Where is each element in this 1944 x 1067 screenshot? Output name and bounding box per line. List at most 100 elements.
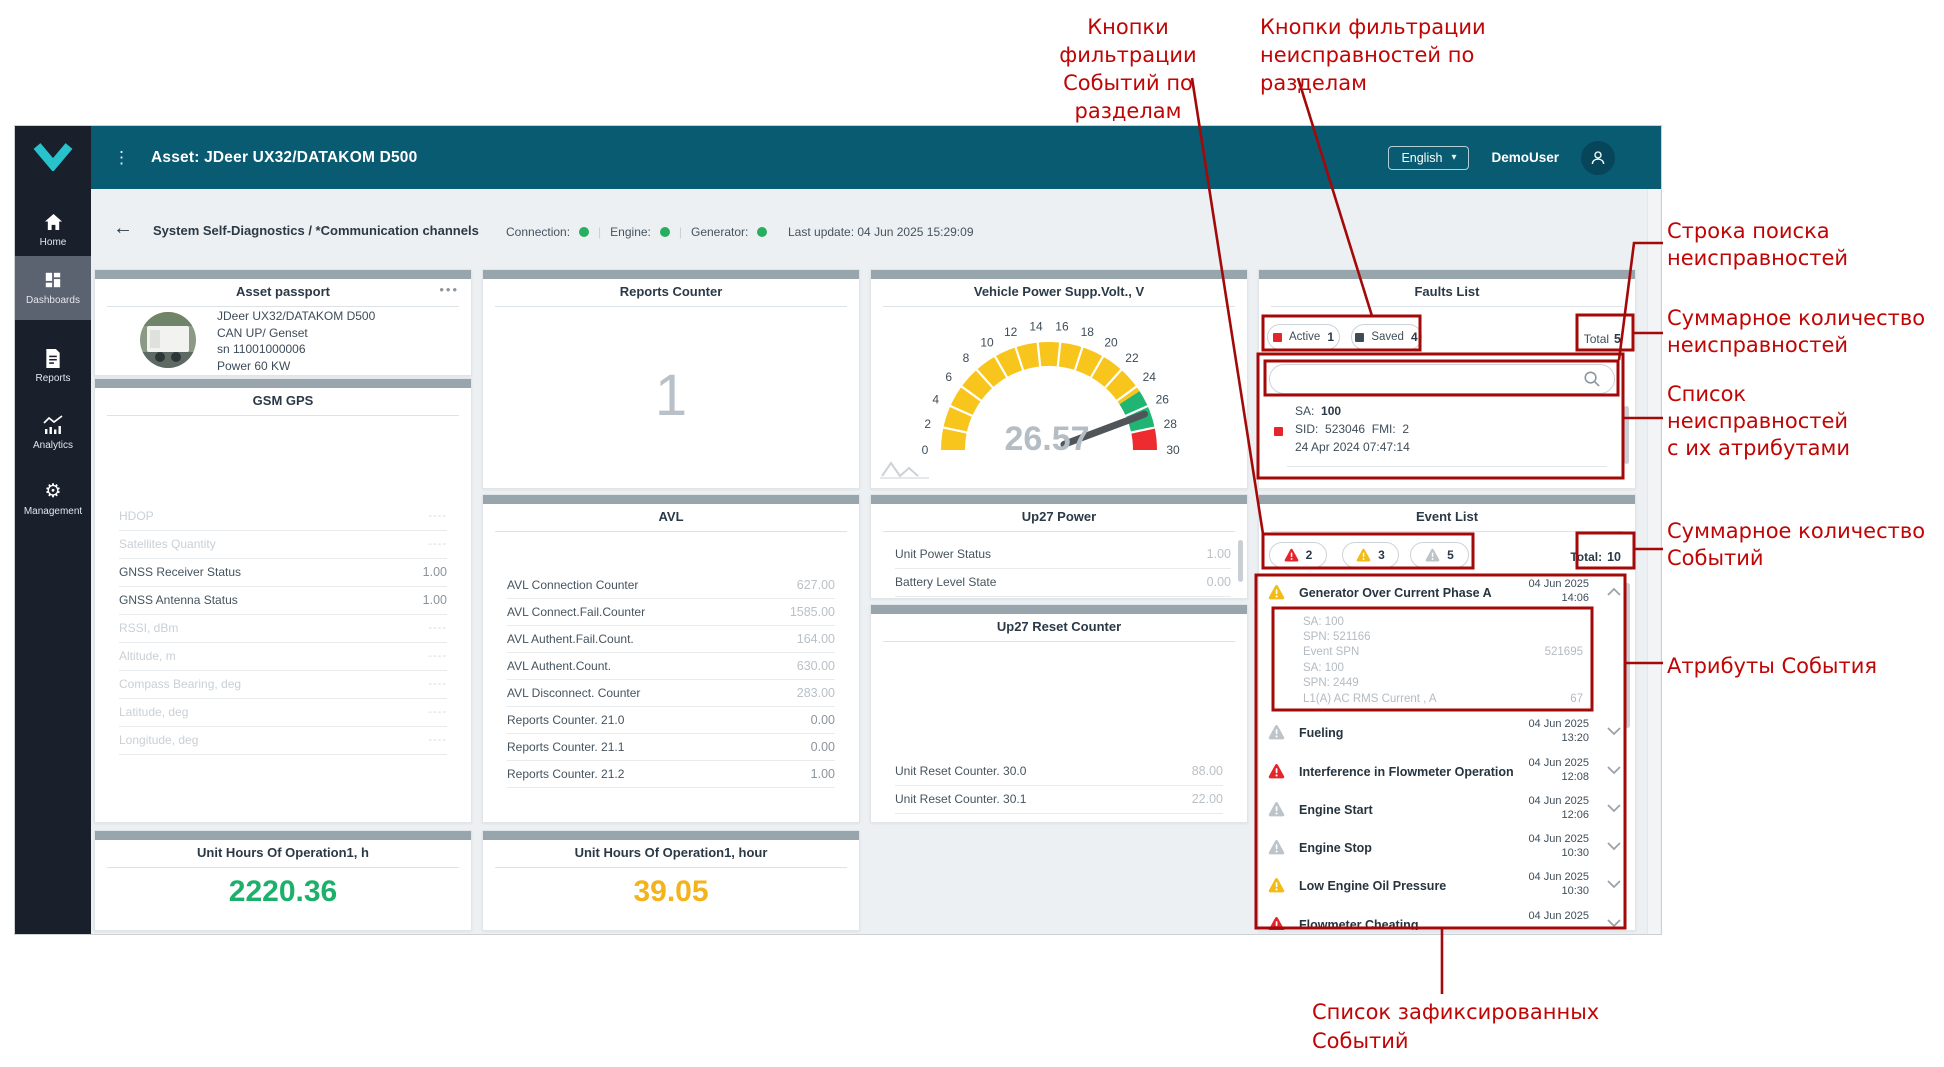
chevron-down-icon[interactable] bbox=[1607, 841, 1621, 851]
event-time: 12:08 bbox=[1561, 771, 1589, 783]
chevron-down-icon: ▾ bbox=[1451, 152, 1456, 163]
event-title: Generator Over Current Phase A bbox=[1299, 586, 1492, 600]
faults-filter-active-button[interactable]: Active 1 bbox=[1267, 324, 1340, 350]
scrollbar-thumb[interactable] bbox=[1625, 583, 1630, 728]
avatar[interactable] bbox=[1581, 141, 1615, 175]
table-row: Unit Reset Counter. 30.088.00 bbox=[895, 757, 1223, 786]
total-label: Total bbox=[1584, 332, 1609, 346]
card-title: Up27 Power bbox=[871, 509, 1247, 524]
chevron-down-icon[interactable] bbox=[1607, 726, 1621, 736]
event-date: 04 Jun 2025 bbox=[1528, 910, 1589, 922]
row-label: Longitude, deg bbox=[119, 733, 198, 747]
status-dot-connection bbox=[579, 227, 589, 237]
svg-text:20: 20 bbox=[1104, 336, 1118, 350]
table-row: Latitude, deg---- bbox=[119, 698, 447, 727]
event-attr-param: L1(A) AC RMS Current , A bbox=[1303, 693, 1437, 705]
card-strip bbox=[95, 379, 471, 388]
row-value: ---- bbox=[428, 734, 447, 746]
card-unit-hours-hour: Unit Hours Of Operation1, hour 39.05 bbox=[482, 830, 860, 931]
fault-sa: SA: 100 bbox=[1295, 404, 1341, 418]
chevron-up-icon[interactable] bbox=[1607, 587, 1621, 597]
row-label: Unit Power Status bbox=[895, 547, 991, 561]
table-row: AVL Authent.Fail.Count.164.00 bbox=[507, 625, 835, 653]
sidebar-item-dashboards[interactable]: Dashboards bbox=[15, 256, 91, 320]
event-attr-sa: SA: 100 bbox=[1303, 662, 1344, 674]
language-select[interactable]: English ▾ bbox=[1388, 146, 1469, 170]
events-filter-info-button[interactable]: 5 bbox=[1410, 542, 1469, 568]
back-button[interactable]: ← bbox=[113, 217, 133, 240]
warning-triangle-gray-icon bbox=[1268, 801, 1285, 817]
table-row: Reports Counter. 21.21.00 bbox=[507, 760, 835, 788]
row-value: 164.00 bbox=[797, 632, 835, 646]
status-dot-generator bbox=[757, 227, 767, 237]
events-total: Total:10 bbox=[1570, 548, 1621, 566]
annotation-events-total: Суммарное количество Событий bbox=[1667, 518, 1925, 572]
scrollbar-thumb[interactable] bbox=[1238, 540, 1243, 582]
divider: | bbox=[598, 225, 601, 239]
faults-search-input[interactable] bbox=[1269, 364, 1615, 394]
svg-text:4: 4 bbox=[932, 393, 939, 407]
svg-text:26: 26 bbox=[1156, 393, 1170, 407]
scrollbar-thumb[interactable] bbox=[1624, 406, 1629, 464]
sidebar-item-home[interactable]: Home bbox=[15, 204, 91, 256]
event-attr-sa: SA: 100 bbox=[1303, 616, 1344, 628]
faults-total: Total5 bbox=[1584, 330, 1621, 348]
event-date: 04 Jun 2025 bbox=[1528, 795, 1589, 807]
events-filter-critical-button[interactable]: 2 bbox=[1269, 542, 1327, 568]
event-attr-spn: SPN: 2449 bbox=[1303, 677, 1359, 689]
row-value: 1.00 bbox=[1207, 547, 1231, 561]
table-row: GNSS Receiver Status 1.00 bbox=[119, 558, 447, 587]
annotation-events-list: Список зафиксированных Событий bbox=[1312, 998, 1599, 1056]
scrollbar-track[interactable] bbox=[1647, 189, 1660, 934]
card-avl: AVL AVL Connection Counter627.00 AVL Con… bbox=[482, 494, 860, 823]
card-title: Reports Counter bbox=[483, 284, 859, 299]
search-icon[interactable] bbox=[1583, 370, 1601, 388]
row-label: GNSS Receiver Status bbox=[119, 565, 241, 579]
row-label: Reports Counter. 21.2 bbox=[507, 767, 624, 781]
app-logo[interactable] bbox=[15, 126, 91, 186]
sidebar-item-analytics[interactable]: Analytics bbox=[15, 402, 91, 464]
asset-type: CAN UP/ Genset bbox=[217, 325, 375, 342]
row-label: Battery Level State bbox=[895, 575, 996, 589]
chevron-down-icon[interactable] bbox=[1607, 803, 1621, 813]
annotation-event-attrs: Атрибуты События bbox=[1667, 652, 1877, 680]
username[interactable]: DemoUser bbox=[1491, 150, 1559, 165]
card-strip bbox=[483, 270, 859, 279]
ellipsis-menu-icon[interactable]: ••• bbox=[439, 282, 459, 297]
sidebar: Home Dashboards Reports Analytics bbox=[15, 126, 91, 934]
top-bar: ⋮ Asset: JDeer UX32/DATAKOM D500 English… bbox=[91, 126, 1661, 189]
row-value: 0.00 bbox=[1207, 575, 1231, 589]
card-strip bbox=[95, 270, 471, 279]
fault-timestamp: 24 Apr 2024 07:47:14 bbox=[1295, 440, 1410, 454]
row-value: 0.00 bbox=[811, 740, 835, 754]
table-row: Unit Reset Counter. 30.122.00 bbox=[895, 785, 1223, 814]
sidebar-item-reports[interactable]: Reports bbox=[15, 338, 91, 394]
card-title: Faults List bbox=[1259, 284, 1635, 299]
faults-filter-saved-button[interactable]: Saved 4 bbox=[1351, 324, 1422, 350]
sidebar-item-management[interactable]: ⚙ Management bbox=[15, 468, 91, 530]
table-row: AVL Authent.Count.630.00 bbox=[507, 652, 835, 680]
card-event-list: Event List 2 3 5 Total:10 bbox=[1258, 494, 1636, 931]
asset-power: Power 60 KW bbox=[217, 358, 375, 375]
chevron-down-icon[interactable] bbox=[1607, 879, 1621, 889]
table-row: GNSS Antenna Status1.00 bbox=[119, 586, 447, 615]
row-value: 1.00 bbox=[423, 565, 447, 579]
divider bbox=[883, 641, 1235, 642]
event-title: Interference in Flowmeter Operation bbox=[1299, 765, 1514, 779]
divider bbox=[883, 531, 1235, 532]
events-filter-warning-button[interactable]: 3 bbox=[1342, 542, 1399, 568]
event-date: 04 Jun 2025 bbox=[1528, 578, 1589, 590]
warning-triangle-red-icon bbox=[1268, 916, 1285, 931]
divider bbox=[1271, 531, 1623, 532]
chevron-down-icon[interactable] bbox=[1607, 765, 1621, 775]
card-title: AVL bbox=[483, 509, 859, 524]
chevron-down-icon[interactable] bbox=[1607, 918, 1621, 928]
row-value: 630.00 bbox=[797, 659, 835, 673]
annotation-faults-search: Строка поиска неисправностей bbox=[1667, 218, 1848, 272]
sparkline-icon[interactable] bbox=[879, 456, 939, 482]
svg-text:22: 22 bbox=[1125, 351, 1139, 365]
content: ← System Self-Diagnostics / *Communicati… bbox=[91, 189, 1661, 934]
card-title: Event List bbox=[1259, 509, 1635, 524]
kebab-menu-icon[interactable]: ⋮ bbox=[113, 148, 131, 168]
divider bbox=[1271, 306, 1623, 307]
